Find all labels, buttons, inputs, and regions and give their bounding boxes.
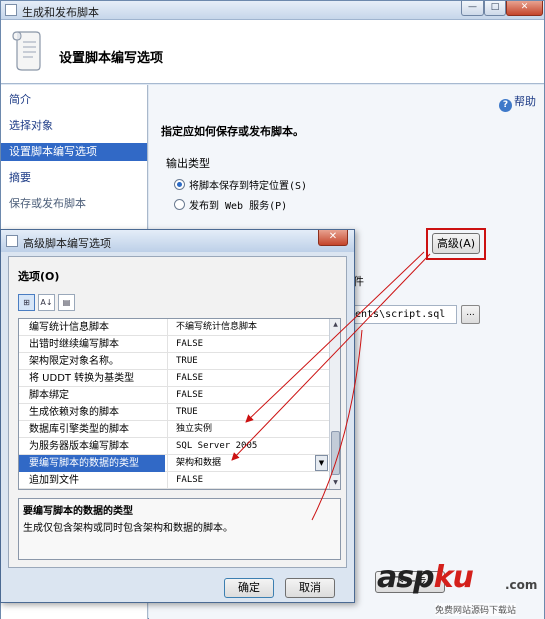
ok-button[interactable]: 确定: [224, 578, 274, 598]
dialog-title: 高级脚本编写选项: [23, 237, 111, 250]
property-value: FALSE: [167, 336, 329, 353]
watermark-brand: aspku: [377, 560, 474, 595]
property-row-selected[interactable]: 要编写脚本的数据的类型 架构和数据 ▼: [19, 455, 329, 472]
property-name: 将 UDDT 转换为基类型: [29, 373, 135, 384]
app-icon: [5, 4, 17, 16]
description-title: 要编写脚本的数据的类型: [23, 506, 133, 517]
advanced-options-dialog: 高级脚本编写选项 ✕ 选项(O) ⊞ A↓ ▤ 编写统计信息脚本 不编写统计信息脚本…: [0, 229, 355, 603]
watermark-logo: aspku .com 免费网站源码下载站: [377, 560, 542, 618]
description-text: 生成仅包含架构或同时包含架构和数据的脚本。: [23, 523, 233, 534]
watermark-tld: .com: [505, 578, 538, 592]
property-row[interactable]: 追加到文件 FALSE: [19, 472, 329, 489]
property-row[interactable]: 编写统计信息脚本 不编写统计信息脚本: [19, 319, 329, 336]
radio-save-to-file[interactable]: 将脚本保存到特定位置(S): [174, 177, 307, 192]
watermark-subtitle: 免费网站源码下载站: [435, 603, 517, 616]
advanced-button[interactable]: 高级(A): [432, 233, 480, 254]
dialog-icon: [6, 235, 18, 247]
property-name: 要编写脚本的数据的类型: [19, 455, 165, 472]
dialog-close-button[interactable]: ✕: [318, 230, 348, 246]
scroll-down-icon[interactable]: ▼: [330, 477, 340, 488]
property-row[interactable]: 数据库引擎类型的脚本 独立实例: [19, 421, 329, 438]
scroll-up-icon[interactable]: ▲: [330, 319, 340, 330]
property-value: FALSE: [167, 370, 329, 387]
watermark-brand-prefix: asp: [377, 560, 435, 595]
options-heading: 选项(O): [18, 270, 60, 283]
property-value: 不编写统计信息脚本: [167, 319, 329, 336]
dialog-body: 选项(O) ⊞ A↓ ▤ 编写统计信息脚本 不编写统计信息脚本 出错时继续编写脚本 …: [8, 256, 347, 568]
scrollbar-thumb[interactable]: [331, 431, 340, 475]
property-name: 为服务器版本编写脚本: [29, 441, 129, 452]
property-value: TRUE: [167, 353, 329, 370]
property-name: 脚本绑定: [29, 390, 69, 401]
panel-prompt: 指定应如何保存或发布脚本。: [161, 125, 304, 138]
property-grid: 编写统计信息脚本 不编写统计信息脚本 出错时继续编写脚本 FALSE 架构限定对…: [18, 318, 341, 490]
nav-item-save-publish[interactable]: 保存或发布脚本: [1, 195, 147, 213]
property-row[interactable]: 为服务器版本编写脚本 SQL Server 2005: [19, 438, 329, 455]
property-name: 追加到文件: [29, 475, 79, 486]
categorized-view-icon[interactable]: ⊞: [18, 294, 35, 311]
page-title: 设置脚本编写选项: [59, 51, 164, 66]
nav-item-scripting-options[interactable]: 设置脚本编写选项: [1, 143, 147, 161]
radio-unselected-icon: [174, 199, 185, 210]
close-button[interactable]: ✕: [506, 1, 543, 16]
property-row[interactable]: 架构限定对象名称。 TRUE: [19, 353, 329, 370]
radio-publish-web-label: 发布到 Web 服务(P): [189, 201, 288, 212]
property-row[interactable]: 生成依赖对象的脚本 TRUE: [19, 404, 329, 421]
radio-publish-web[interactable]: 发布到 Web 服务(P): [174, 197, 287, 212]
property-grid-scrollbar[interactable]: ▲ ▼: [329, 319, 340, 489]
description-panel: 要编写脚本的数据的类型 生成仅包含架构或同时包含架构和数据的脚本。: [18, 498, 341, 560]
property-name: 编写统计信息脚本: [29, 322, 109, 333]
dialog-titlebar[interactable]: 高级脚本编写选项 ✕: [1, 230, 354, 252]
help-icon: ?: [499, 99, 512, 112]
help-link[interactable]: ? 帮助: [499, 93, 536, 112]
property-value: SQL Server 2005: [167, 438, 329, 455]
browse-button[interactable]: ...: [461, 305, 480, 324]
property-value: TRUE: [167, 404, 329, 421]
help-label: 帮助: [514, 95, 536, 108]
nav-item-intro[interactable]: 简介: [1, 91, 147, 109]
property-row[interactable]: 将 UDDT 转换为基类型 FALSE: [19, 370, 329, 387]
nav-item-choose-objects[interactable]: 选择对象: [1, 117, 147, 135]
dropdown-arrow-icon[interactable]: ▼: [315, 455, 328, 471]
wizard-header: 设置脚本编写选项: [1, 20, 544, 84]
script-scroll-icon: [12, 31, 41, 71]
minimize-button[interactable]: —: [461, 1, 484, 16]
property-value: 独立实例: [167, 421, 329, 438]
maximize-button[interactable]: □: [484, 1, 506, 16]
main-window-title: 生成和发布脚本: [22, 6, 99, 19]
property-value: FALSE: [167, 472, 329, 489]
output-type-label: 输出类型: [166, 157, 210, 170]
property-name: 架构限定对象名称。: [29, 356, 119, 367]
property-value: 架构和数据: [167, 455, 329, 472]
alphabetical-sort-icon[interactable]: A↓: [38, 294, 55, 311]
property-row[interactable]: 出错时继续编写脚本 FALSE: [19, 336, 329, 353]
property-value: FALSE: [167, 387, 329, 404]
property-toolbar: ⊞ A↓ ▤: [18, 294, 78, 312]
nav-item-summary[interactable]: 摘要: [1, 169, 147, 187]
file-path-input[interactable]: ents\script.sql: [349, 305, 457, 324]
property-name: 数据库引擎类型的脚本: [29, 424, 129, 435]
property-pages-icon[interactable]: ▤: [58, 294, 75, 311]
cancel-button[interactable]: 取消: [285, 578, 335, 598]
watermark-brand-suffix: ku: [433, 560, 474, 595]
main-titlebar[interactable]: 生成和发布脚本 — □ ✕: [1, 1, 544, 20]
property-name: 生成依赖对象的脚本: [29, 407, 119, 418]
property-name: 出错时继续编写脚本: [29, 339, 119, 350]
radio-selected-icon: [174, 179, 185, 190]
radio-save-to-file-label: 将脚本保存到特定位置(S): [189, 181, 308, 192]
property-row[interactable]: 脚本绑定 FALSE: [19, 387, 329, 404]
